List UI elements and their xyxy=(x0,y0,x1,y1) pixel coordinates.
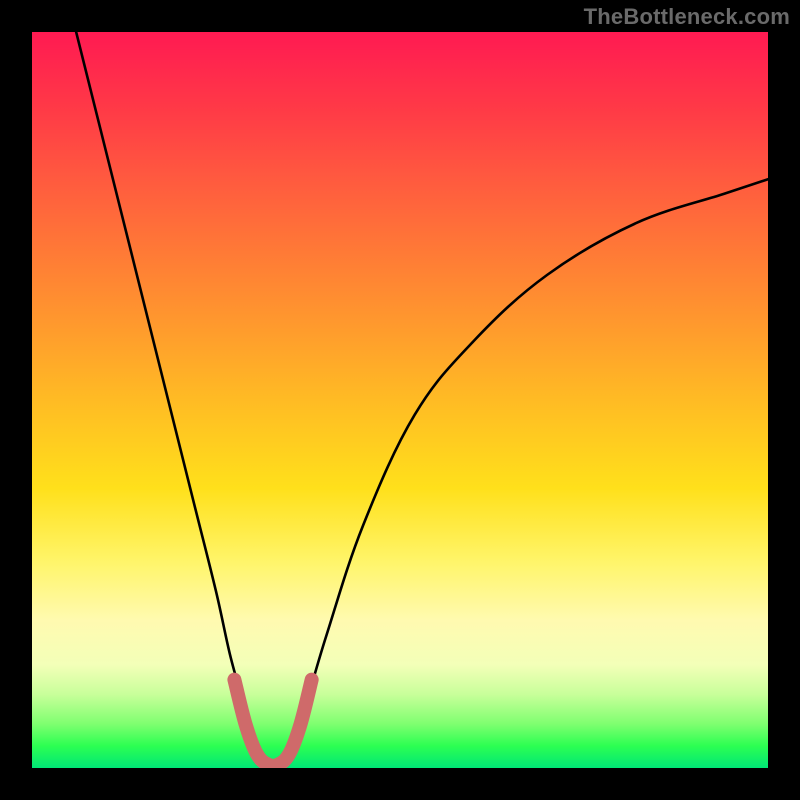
watermark-text: TheBottleneck.com xyxy=(584,4,790,30)
chart-gradient-background xyxy=(32,32,768,768)
chart-frame: TheBottleneck.com xyxy=(0,0,800,800)
